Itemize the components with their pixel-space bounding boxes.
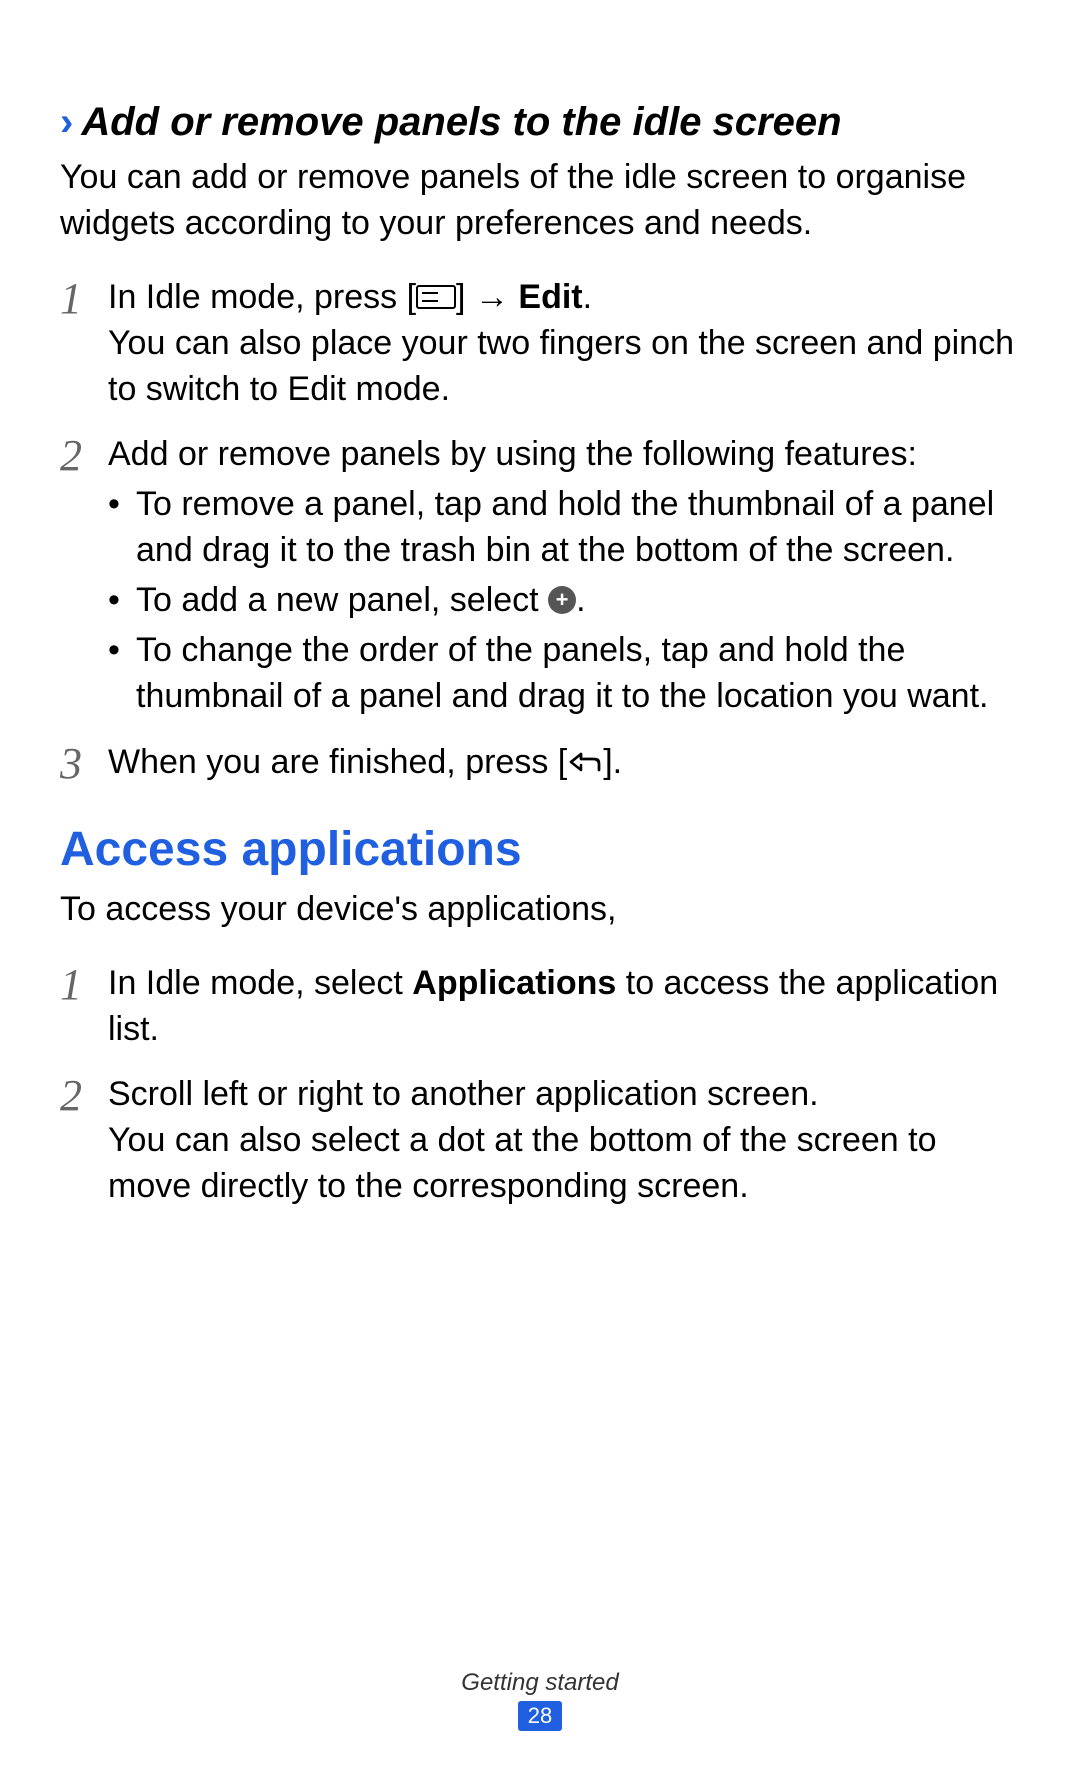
subsection-heading: › Add or remove panels to the idle scree… [60,100,1020,145]
step-body: When you are finished, press []. [108,740,1020,786]
step-line: You can also select a dot at the bottom … [108,1118,1020,1210]
step-item: 3 When you are finished, press []. [60,740,1020,786]
text: . [583,278,592,316]
section-description: To access your device's applications, [60,887,1020,933]
list-item: To remove a panel, tap and hold the thum… [136,482,1020,574]
step-body: In Idle mode, select Applications to acc… [108,961,1020,1053]
step-line: Add or remove panels by using the follow… [108,432,1020,478]
text: When you are finished, press [ [108,743,567,781]
step-number: 2 [60,432,108,719]
text: To add a new panel, select [136,581,548,619]
text: In Idle mode, press [ [108,278,416,316]
text: In Idle mode, select [108,964,412,1002]
text: . [576,581,585,619]
footer-section-label: Getting started [0,1669,1080,1697]
subsection-description: You can add or remove panels of the idle… [60,155,1020,247]
list-item: To change the order of the panels, tap a… [136,628,1020,720]
step-body: Add or remove panels by using the follow… [108,432,1020,719]
chevron-icon: › [60,100,73,145]
step-item: 2 Scroll left or right to another applic… [60,1072,1020,1210]
step-number: 1 [60,275,108,413]
step-number: 3 [60,740,108,786]
step-body: Scroll left or right to another applicat… [108,1072,1020,1210]
text: ]. [603,743,622,781]
back-icon [567,750,603,774]
step-item: 2 Add or remove panels by using the foll… [60,432,1020,719]
bullet-list: To remove a panel, tap and hold the thum… [108,482,1020,719]
step-item: 1 In Idle mode, select Applications to a… [60,961,1020,1053]
step-body: In Idle mode, press [ ] → Edit. You can a… [108,275,1020,413]
list-item: To add a new panel, select +. [136,578,1020,624]
step-item: 1 In Idle mode, press [ ] → Edit. You can… [60,275,1020,413]
text-bold: Applications [412,964,616,1002]
step-number: 2 [60,1072,108,1210]
page-footer: Getting started 28 [0,1669,1080,1731]
step-line: Scroll left or right to another applicat… [108,1072,1020,1118]
page-number: 28 [518,1701,562,1731]
text: ] → [456,278,518,316]
menu-icon [416,285,456,309]
plus-circle-icon: + [548,586,576,614]
section-heading: Access applications [60,822,1020,877]
text-bold: Edit [518,278,582,316]
step-number: 1 [60,961,108,1053]
step-line: In Idle mode, press [ ] → Edit. [108,275,1020,321]
step-line: You can also place your two fingers on t… [108,321,1020,413]
subsection-heading-text: Add or remove panels to the idle screen [81,100,841,145]
